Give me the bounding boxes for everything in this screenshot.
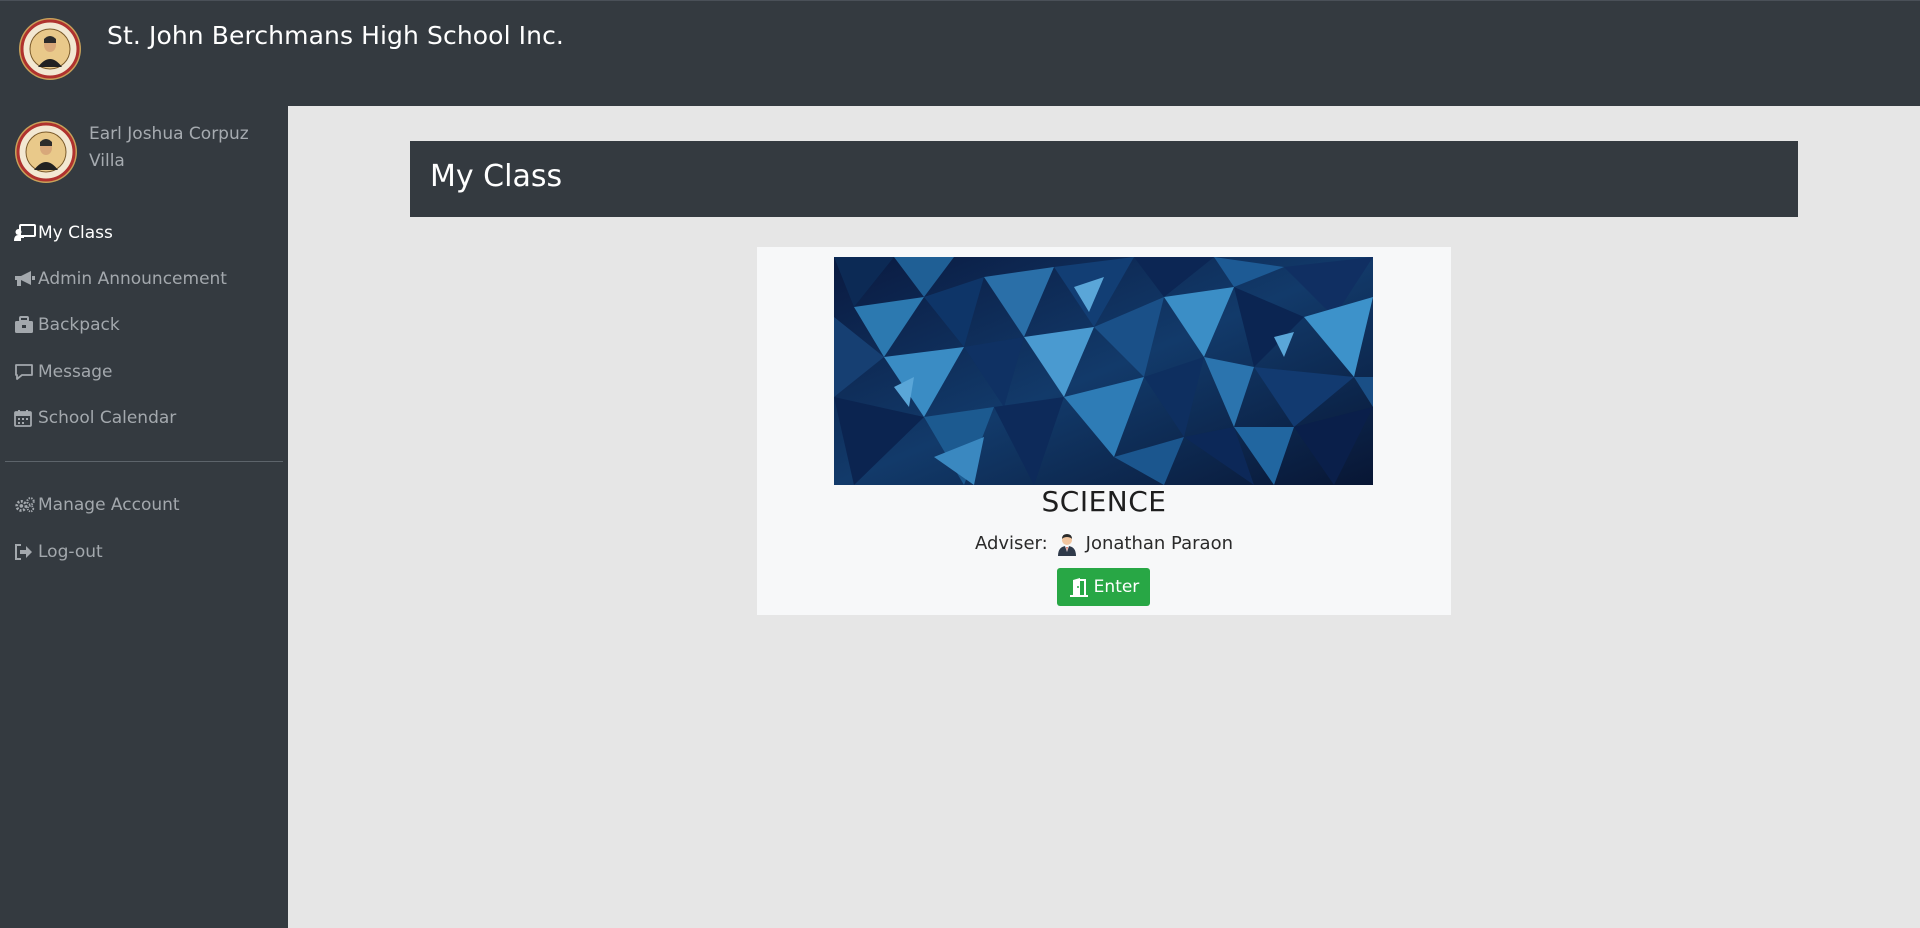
- user-avatar: [15, 121, 77, 183]
- comment-icon: [14, 362, 36, 382]
- school-seal-icon[interactable]: [18, 17, 82, 81]
- door-open-icon: [1068, 577, 1090, 597]
- sidebar: Earl Joshua Corpuz Villa My Class Admin …: [0, 106, 288, 928]
- sidebar-item-school-calendar[interactable]: School Calendar: [14, 403, 176, 433]
- sidebar-item-manage-account[interactable]: Manage Account: [14, 490, 180, 520]
- class-banner-image: [834, 257, 1373, 485]
- class-card: SCIENCE Adviser: Jonathan Paraon Enter: [757, 247, 1451, 615]
- bullhorn-icon: [14, 269, 36, 289]
- adviser-label: Adviser:: [974, 532, 1048, 554]
- page-header: My Class: [410, 141, 1798, 217]
- class-subject-title: SCIENCE: [1041, 485, 1167, 518]
- sidebar-item-label: My Class: [38, 223, 113, 243]
- chalkboard-teacher-icon: [14, 223, 36, 243]
- sidebar-item-admin-announcement[interactable]: Admin Announcement: [14, 264, 227, 294]
- sidebar-item-label: Manage Account: [38, 495, 180, 515]
- user-name: Earl Joshua Corpuz Villa: [89, 124, 249, 171]
- top-navbar: St. John Berchmans High School Inc.: [0, 0, 1920, 106]
- sidebar-item-label: Message: [38, 362, 113, 382]
- adviser-name: Jonathan Paraon: [1085, 532, 1233, 554]
- adviser-row: Adviser: Jonathan Paraon: [757, 530, 1451, 556]
- briefcase-icon: [14, 315, 36, 335]
- sidebar-divider: [5, 461, 283, 462]
- sidebar-item-label: Log-out: [38, 542, 103, 562]
- sidebar-item-my-class[interactable]: My Class: [14, 218, 113, 248]
- calendar-icon: [14, 408, 36, 428]
- sidebar-item-backpack[interactable]: Backpack: [14, 310, 120, 340]
- adviser-avatar-icon: [1057, 534, 1076, 556]
- sidebar-item-label: School Calendar: [38, 408, 177, 428]
- page-title: My Class: [430, 159, 563, 194]
- cogs-icon: [14, 495, 36, 515]
- enter-button-label: Enter: [1093, 577, 1140, 597]
- enter-class-button[interactable]: Enter: [1057, 568, 1150, 606]
- sign-out-icon: [14, 542, 36, 562]
- sidebar-item-label: Admin Announcement: [38, 269, 227, 289]
- school-name: St. John Berchmans High School Inc.: [107, 21, 564, 50]
- sidebar-item-message[interactable]: Message: [14, 357, 113, 387]
- sidebar-item-log-out[interactable]: Log-out: [14, 537, 103, 567]
- sidebar-item-label: Backpack: [38, 315, 120, 335]
